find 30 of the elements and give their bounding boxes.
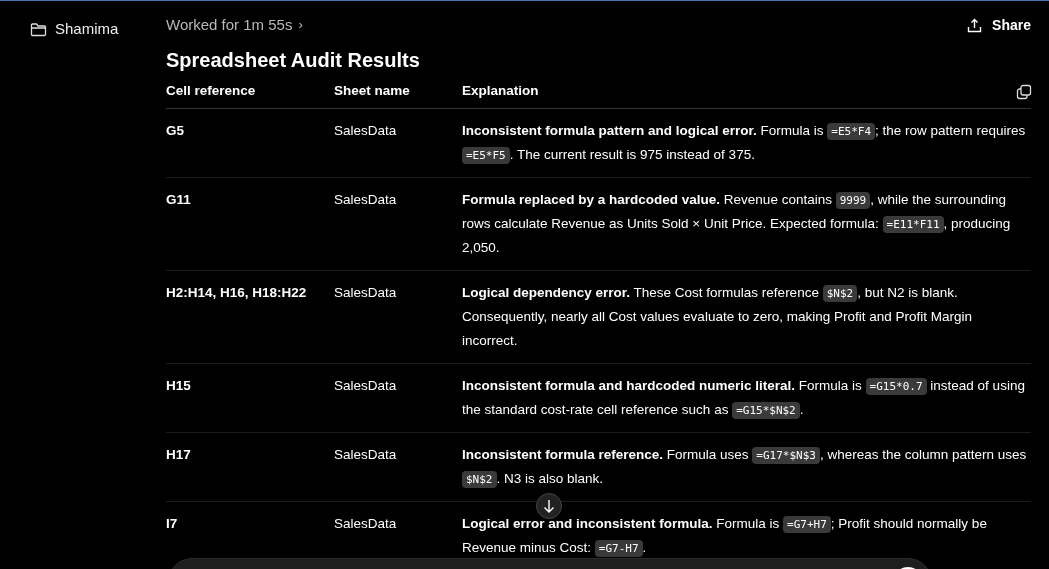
explanation-text: Inconsistent formula reference. Formula uses =G17*$N$3 , whereas the column pattern uses $N$2 . N3 is also blank. [462, 446, 1028, 490]
share-button[interactable]: Share [967, 14, 1031, 36]
table-cell-text: H15 [166, 377, 192, 395]
explanation-text: Logical dependency error. These Cost formulas reference $N$2 , but N2 is blank. Consequently, nearly all Cost values evaluate to zero, making Profit and Profit Margin incorrect. [462, 284, 973, 350]
table-cell-text: G5 [166, 122, 185, 140]
table-cell-text: H2:H14, H16, H18:H22 [166, 284, 308, 302]
page-title: Spreadsheet Audit Results [166, 48, 421, 73]
folder-label[interactable]: Shamima [55, 18, 119, 41]
table-cell-text: SalesData [334, 446, 398, 464]
table-cell-text: SalesData [334, 284, 398, 302]
column-header: Cell reference [166, 82, 257, 101]
arrow-down-icon [543, 499, 555, 513]
copy-icon[interactable] [1016, 83, 1032, 100]
table-cell-text: SalesData [334, 122, 398, 140]
table-cell-text: SalesData [334, 191, 398, 209]
table-cell-text: I7 [166, 515, 179, 533]
table-cell-text: SalesData [334, 515, 398, 533]
scroll-down-button[interactable] [536, 493, 562, 519]
table-cell-text: G11 [166, 191, 192, 209]
explanation-text: Inconsistent formula and hardcoded numeric literal. Formula is =G15*0.7 instead of using the standard cost-rate cell reference such as =G15*$N$2 . [462, 377, 1026, 421]
explanation-text: Inconsistent formula pattern and logical error. Formula is =E5*F4 ; the row pattern requires =E5*F5 . The current result is 975 instead of 375. [462, 122, 1027, 166]
column-header: Sheet name [334, 82, 411, 101]
explanation-text: Formula replaced by a hardcoded value. Revenue contains 9999 , while the surrounding rows calculate Revenue as Units Sold × Unit Price. Expected formula: =E11*F11 , producing 2,050. [462, 191, 1012, 257]
share-icon [967, 17, 983, 33]
folder-icon [30, 21, 47, 37]
table-cell-text: H17 [166, 446, 192, 464]
worked-status-link[interactable]: Worked for 1m 55s › [166, 13, 303, 37]
explanation-text: Logical error and inconsistent formula. Formula is =G7+H7 ; Profit should normally be Revenue minus Cost: =G7-H7 . [462, 515, 988, 559]
column-header: Explanation [462, 82, 540, 101]
table-cell-text: SalesData [334, 377, 398, 395]
